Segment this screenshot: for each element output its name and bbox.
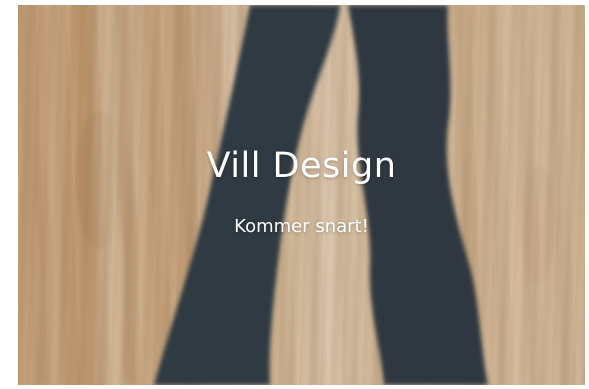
hero-overlay xyxy=(18,5,585,385)
hero-section: Vill Design Kommer snart! xyxy=(18,5,585,385)
coming-soon-text: Kommer snart! xyxy=(234,216,369,237)
site-title: Vill Design xyxy=(206,146,397,186)
